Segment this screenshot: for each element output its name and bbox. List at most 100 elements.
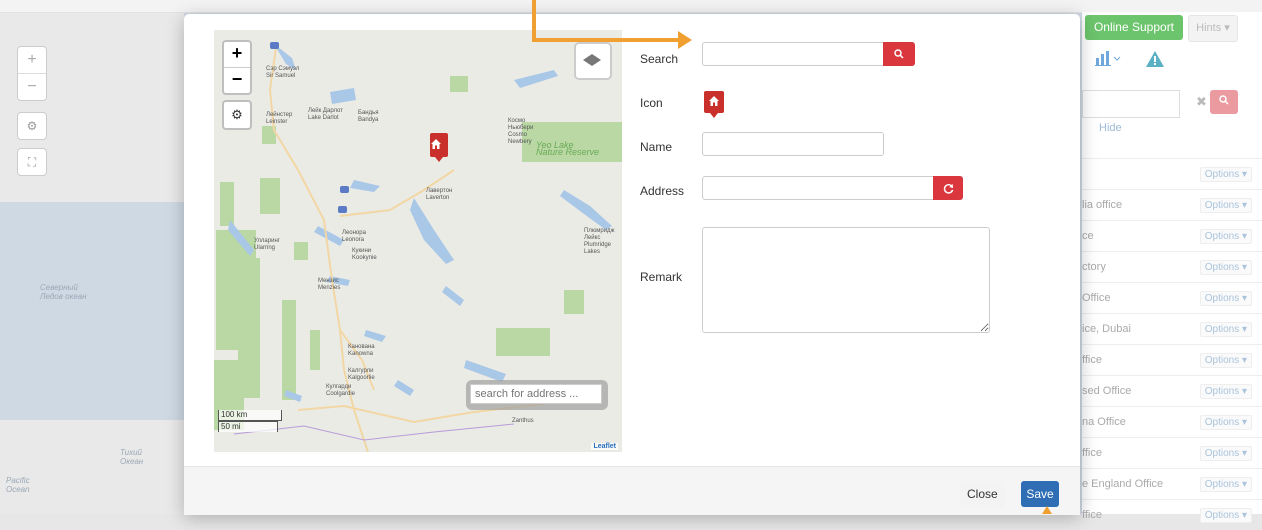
name-input[interactable]: [702, 132, 884, 156]
map-label: Северный Ледов океан: [40, 283, 87, 301]
options-dropdown[interactable]: Options ▾: [1199, 198, 1252, 213]
place-label: Yeo Lake Nature Reserve: [536, 140, 600, 157]
layers-icon[interactable]: [574, 42, 612, 80]
location-name: lia office: [1082, 199, 1123, 211]
location-name: e England Office: [1082, 478, 1164, 490]
save-button[interactable]: Save: [1021, 481, 1059, 507]
top-bar: [0, 0, 1262, 13]
map-address-search-input[interactable]: [470, 384, 602, 404]
location-map[interactable]: + − ⚙ Сэр Сэмуэл Sir Samuel Лейнстер Lei…: [214, 30, 622, 452]
home-icon[interactable]: [704, 91, 724, 118]
location-name: Office: [1082, 292, 1111, 304]
place-label: Плюмридж Лейкс Plumridge Lakes: [584, 228, 615, 255]
location-list-row[interactable]: ce Options ▾: [1082, 220, 1262, 251]
location-name: ce: [1082, 230, 1094, 242]
location-name: ice, Dubai: [1082, 323, 1131, 335]
location-list-row[interactable]: sed Office Options ▾: [1082, 375, 1262, 406]
place-label: Мензис Menzies: [318, 278, 341, 291]
modal-footer: Close Save: [184, 466, 1080, 515]
location-list-row[interactable]: na Office Options ▾: [1082, 406, 1262, 437]
annotation-arrow: [532, 38, 680, 42]
clear-icon[interactable]: ✖: [1196, 90, 1207, 114]
options-dropdown[interactable]: Options ▾: [1199, 477, 1252, 492]
options-dropdown[interactable]: Options ▾: [1199, 384, 1252, 399]
place-label: Космо Ньюбери Cosmo Newbery: [508, 118, 534, 145]
options-dropdown[interactable]: Options ▾: [1199, 229, 1252, 244]
location-list-row[interactable]: Office Options ▾: [1082, 282, 1262, 313]
location-list-row[interactable]: ffice Options ▾: [1082, 437, 1262, 468]
place-label: Сэр Сэмуэл Sir Samuel: [266, 66, 300, 79]
place-label: Zanthus: [512, 418, 534, 424]
search-input[interactable]: [702, 42, 884, 66]
location-list-row[interactable]: ice, Dubai Options ▾: [1082, 313, 1262, 344]
map-scale: 100 km 50 mi: [218, 410, 282, 432]
add-location-modal: + − ⚙ Сэр Сэмуэл Sir Samuel Лейнстер Lei…: [184, 14, 1080, 515]
place-label: Кулгарди Coolgardie: [326, 384, 356, 397]
fullscreen-icon[interactable]: ⛶: [17, 148, 47, 176]
options-dropdown[interactable]: Options ▾: [1199, 322, 1252, 337]
list-search-button[interactable]: [1210, 90, 1238, 114]
location-list-row[interactable]: e England Office Options ▾: [1082, 468, 1262, 499]
location-list-row[interactable]: ctory Options ▾: [1082, 251, 1262, 282]
location-list-row[interactable]: ffice Options ▾: [1082, 499, 1262, 530]
place-label: Леонора Leonora: [342, 230, 366, 243]
online-support-button[interactable]: Online Support: [1085, 15, 1183, 40]
address-refresh-button[interactable]: [933, 176, 963, 200]
location-name: sed Office: [1082, 385, 1132, 397]
map-settings-button[interactable]: ⚙: [222, 100, 252, 130]
options-dropdown[interactable]: Options ▾: [1199, 353, 1252, 368]
place-label: Лавертон Laverton: [426, 188, 453, 201]
chart-icon[interactable]: [1095, 50, 1121, 69]
search-button[interactable]: [883, 42, 915, 66]
zoom-out-button[interactable]: −: [18, 73, 46, 100]
location-name: ctory: [1082, 261, 1106, 273]
annotation-arrow-head: [678, 31, 692, 49]
options-dropdown[interactable]: Options ▾: [1199, 260, 1252, 275]
zoom-in-button[interactable]: +: [18, 47, 46, 73]
location-name: na Office: [1082, 416, 1126, 428]
place-label: Улларинг Ularring: [254, 238, 280, 251]
location-marker-icon[interactable]: [430, 133, 448, 162]
warning-icon[interactable]: [1145, 50, 1165, 73]
map-zoom-control: + −: [222, 40, 252, 95]
hints-dropdown[interactable]: Hints ▾: [1188, 15, 1238, 42]
location-name: ffice: [1082, 354, 1102, 366]
location-list-row[interactable]: lia office Options ▾: [1082, 189, 1262, 220]
place-label: Лейнстер Leinster: [266, 112, 293, 125]
location-name: ffice: [1082, 509, 1102, 521]
map-label: Тихий Океан: [120, 448, 144, 466]
background-zoom-control: + −: [17, 46, 47, 101]
map-zoom-in-button[interactable]: +: [224, 42, 250, 67]
address-input[interactable]: [702, 176, 934, 200]
close-button[interactable]: Close: [960, 481, 1005, 507]
scale-km: 100 km: [218, 410, 282, 421]
annotation-arrow: [532, 0, 536, 40]
name-label: Name: [640, 140, 673, 154]
remark-label: Remark: [640, 270, 683, 284]
scale-mi: 50 mi: [218, 421, 278, 432]
options-dropdown[interactable]: Options ▾: [1199, 291, 1252, 306]
gear-icon[interactable]: ⚙: [17, 112, 47, 140]
map-label: Pacific Ocean: [6, 476, 30, 494]
location-list-row[interactable]: Options ▾: [1082, 158, 1262, 189]
options-dropdown[interactable]: Options ▾: [1199, 508, 1252, 523]
list-search-input[interactable]: [1082, 90, 1180, 118]
place-label: Калгурли Kalgoorlie: [348, 368, 375, 381]
map-attribution-link[interactable]: Leaflet: [591, 443, 618, 450]
location-list-row[interactable]: ffice Options ▾: [1082, 344, 1262, 375]
place-label: Канована Kanowna: [348, 344, 375, 357]
search-label: Search: [640, 52, 679, 66]
place-label: Кукини Kookynie: [352, 248, 377, 261]
options-dropdown[interactable]: Options ▾: [1199, 446, 1252, 461]
address-label: Address: [640, 184, 685, 198]
options-dropdown[interactable]: Options ▾: [1199, 167, 1252, 182]
place-label: Лейк Дарлот Lake Darlot: [308, 108, 343, 121]
location-name: ffice: [1082, 447, 1102, 459]
map-zoom-out-button[interactable]: −: [224, 67, 250, 93]
place-label: Бандья Bandya: [358, 110, 379, 123]
hide-link[interactable]: Hide: [1099, 122, 1122, 134]
search-icon: [894, 49, 904, 59]
remark-textarea[interactable]: [702, 227, 990, 333]
options-dropdown[interactable]: Options ▾: [1199, 415, 1252, 430]
refresh-icon: [943, 183, 953, 194]
